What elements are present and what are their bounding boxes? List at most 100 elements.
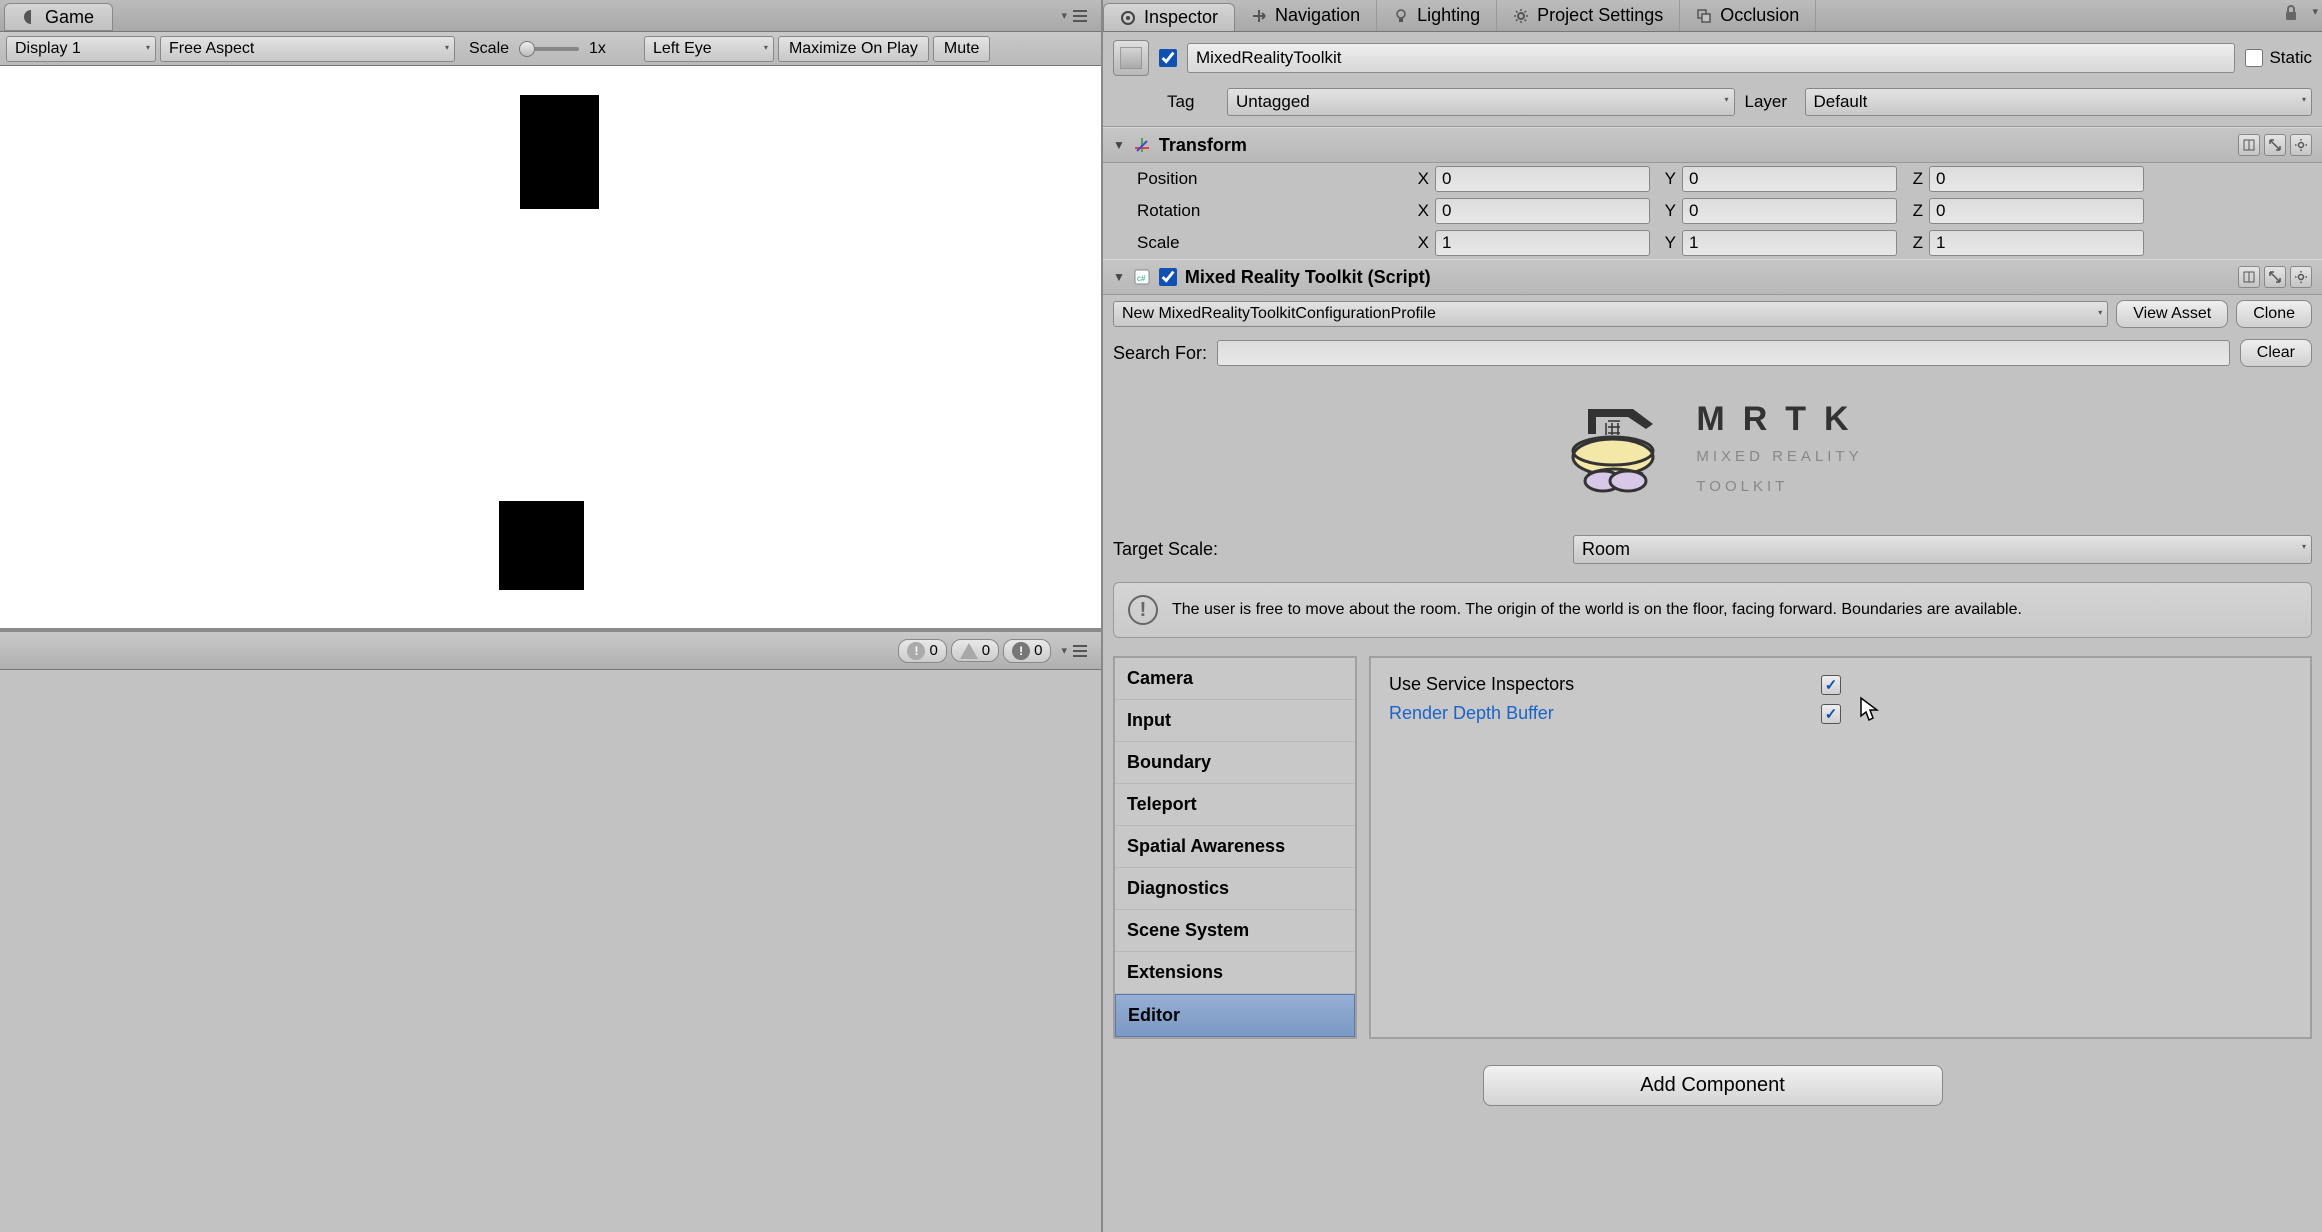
tab-label: Occlusion [1720,5,1799,26]
mrtk-sub2: TOOLKIT [1696,475,1866,499]
profile-dropdown[interactable]: New MixedRealityToolkitConfigurationProf… [1113,301,2108,327]
view-asset-button[interactable]: View Asset [2116,300,2228,328]
tag-layer-row: Tag Untagged Layer Default [1103,84,2322,127]
sidebar-item-teleport[interactable]: Teleport [1115,784,1355,826]
reset-icon [2268,138,2282,152]
game-tab[interactable]: Game [4,3,113,31]
rotation-z-field[interactable] [1929,198,2144,224]
maximize-toggle[interactable]: Maximize On Play [778,36,929,62]
render-depth-buffer-label: Render Depth Buffer [1389,703,1809,724]
search-input[interactable] [1217,340,2230,366]
add-component-row: Add Component [1103,1047,2322,1136]
rotation-y-field[interactable] [1682,198,1897,224]
render-depth-buffer-checkbox[interactable]: ✓ [1821,704,1841,724]
sidebar-item-diagnostics[interactable]: Diagnostics [1115,868,1355,910]
scale-z-field[interactable] [1929,230,2144,256]
mrtk-title: Mixed Reality Toolkit (Script) [1185,267,1431,288]
transform-component-header[interactable]: ▼ Transform [1103,127,2322,163]
book-icon [2242,270,2256,284]
game-tab-bar: Game ▾ [0,0,1101,32]
warn-icon [960,643,978,659]
search-row: Search For: Clear [1103,333,2322,379]
tab-navigation[interactable]: Navigation [1235,0,1377,31]
help-button[interactable] [2238,134,2260,156]
rotation-row: Rotation X Y Z [1103,195,2322,227]
tab-label: Lighting [1417,5,1480,26]
tab-occlusion[interactable]: Occlusion [1680,0,1816,31]
foldout-icon: ▼ [1113,270,1125,284]
reset-button[interactable] [2264,266,2286,288]
gear-icon [1513,8,1529,24]
error-count: 0 [1034,642,1042,659]
aspect-dropdown[interactable]: Free Aspect [160,36,455,62]
display-dropdown[interactable]: Display 1 [6,36,156,62]
lighting-icon [1393,8,1409,24]
scale-y-field[interactable] [1682,230,1897,256]
eye-dropdown[interactable]: Left Eye [644,36,774,62]
mrtk-component-header[interactable]: ▼ c# Mixed Reality Toolkit (Script) [1103,259,2322,295]
gameobject-active-checkbox[interactable] [1159,49,1177,67]
mrtk-editor-content: Use Service Inspectors ✓ Render Depth Bu… [1369,656,2312,1039]
profile-row: New MixedRealityToolkitConfigurationProf… [1103,295,2322,333]
rotation-x-field[interactable] [1435,198,1650,224]
position-z-field[interactable] [1929,166,2144,192]
use-service-inspectors-checkbox[interactable]: ✓ [1821,675,1841,695]
tab-menu[interactable]: ▾ [1061,0,1101,31]
help-button[interactable] [2238,266,2260,288]
sidebar-item-editor[interactable]: Editor [1115,994,1355,1037]
tab-lighting[interactable]: Lighting [1377,0,1497,31]
lock-toggle[interactable] [2274,0,2308,31]
rotation-label: Rotation [1113,201,1403,221]
reset-button[interactable] [2264,134,2286,156]
sidebar-item-spatial-awareness[interactable]: Spatial Awareness [1115,826,1355,868]
gameobject-name-field[interactable] [1187,43,2235,73]
info-text: The user is free to move about the room.… [1172,601,2022,619]
tab-label: Project Settings [1537,5,1663,26]
tab-project-settings[interactable]: Project Settings [1497,0,1680,31]
layer-dropdown[interactable]: Default [1805,88,2313,116]
sidebar-item-input[interactable]: Input [1115,700,1355,742]
target-scale-dropdown[interactable]: Room [1573,535,2312,564]
position-y-field[interactable] [1682,166,1897,192]
gear-icon [2294,138,2308,152]
add-component-button[interactable]: Add Component [1483,1065,1943,1106]
context-menu-button[interactable] [2290,134,2312,156]
context-menu-button[interactable] [2290,266,2312,288]
scene-object-2 [499,501,584,590]
clone-button[interactable]: Clone [2236,300,2312,328]
tab-inspector[interactable]: Inspector [1103,3,1235,31]
mrtk-title: MRTK [1696,400,1866,439]
static-checkbox[interactable] [2245,49,2263,67]
sidebar-item-scene-system[interactable]: Scene System [1115,910,1355,952]
position-x-field[interactable] [1435,166,1650,192]
clear-button[interactable]: Clear [2240,339,2312,367]
console-menu-icon[interactable] [1073,642,1093,660]
console-bar: ! 0 0 ! 0 ▾ [0,632,1101,670]
lock-icon [2284,5,2298,21]
search-label: Search For: [1113,343,1207,364]
scale-slider[interactable] [519,47,579,51]
inspector-tabs: Inspector Navigation Lighting Project Se… [1103,0,2322,32]
mrtk-logo-area: MRTK MIXED REALITY TOOLKIT [1103,379,2322,527]
sidebar-item-extensions[interactable]: Extensions [1115,952,1355,994]
mute-toggle[interactable]: Mute [933,36,991,62]
warn-count: 0 [982,642,990,659]
console-warn-chip[interactable]: 0 [951,639,999,662]
gameobject-icon [1113,40,1149,76]
info-icon: ! [1128,595,1158,625]
mrtk-enabled-checkbox[interactable] [1159,268,1177,286]
game-icon [23,9,39,25]
scene-object-1 [520,95,599,209]
inspector-panel: Inspector Navigation Lighting Project Se… [1103,0,2322,1232]
tag-dropdown[interactable]: Untagged [1227,88,1735,116]
svg-text:c#: c# [1137,274,1146,283]
script-icon: c# [1133,268,1151,286]
console-info-chip[interactable]: ! 0 [898,639,946,663]
console-error-chip[interactable]: ! 0 [1003,639,1051,663]
scale-value: 1x [589,40,606,58]
scale-row: Scale X Y Z [1103,227,2322,259]
gameobject-header: Static [1103,32,2322,84]
sidebar-item-boundary[interactable]: Boundary [1115,742,1355,784]
scale-x-field[interactable] [1435,230,1650,256]
sidebar-item-camera[interactable]: Camera [1115,658,1355,700]
